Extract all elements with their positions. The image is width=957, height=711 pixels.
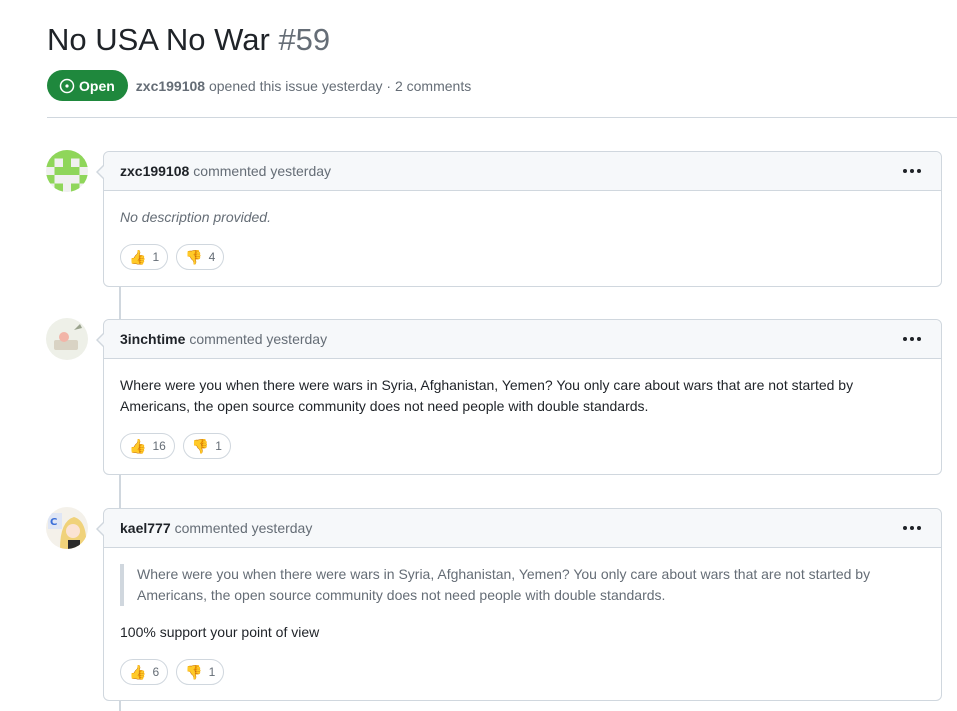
comment-author[interactable]: zxc199108 [120,163,189,179]
thumbs-up-icon: 👍 [129,249,147,265]
issue-author-link[interactable]: zxc199108 [136,78,205,94]
issue-opened-icon [59,78,75,93]
state-badge: Open [47,70,128,101]
comment-text: No description provided. [120,209,271,225]
thumbs-down-reaction[interactable]: 👎 1 [182,433,231,459]
issue-meta: zxc199108 opened this issue yesterday · … [136,78,471,94]
comment-header: kael777 commented yesterday [104,509,941,548]
issue-number: #59 [278,22,331,57]
reaction-count: 4 [208,249,216,264]
reaction-count: 1 [215,438,222,453]
user-avatar-icon: C [46,507,88,549]
comment-body: Where were you when there were wars in S… [104,548,941,701]
timeline-connector [119,287,121,320]
issue-state-row: Open zxc199108 opened this issue yesterd… [47,70,471,101]
thumbs-up-icon: 👍 [129,438,147,454]
thumbs-down-reaction[interactable]: 👎 1 [176,659,225,685]
reaction-count: 6 [152,664,160,679]
thumbs-down-icon: 👎 [185,249,203,265]
user-avatar-icon [46,318,88,360]
reaction-count: 1 [152,249,160,264]
identicon-avatar-icon [46,150,88,192]
comment-header: zxc199108 commented yesterday [104,152,941,191]
avatar[interactable] [46,318,88,360]
thumbs-up-reaction[interactable]: 👍 1 [120,244,169,270]
comment-timestamp[interactable]: commented yesterday [193,163,331,179]
thumbs-down-icon: 👎 [185,664,203,680]
comment-timestamp[interactable]: commented yesterday [189,331,327,347]
timeline-connector [119,701,121,711]
reaction-count: 1 [208,664,216,679]
timeline-connector [119,475,121,509]
issue-title: No USA No War #59 [47,22,330,58]
thumbs-up-icon: 👍 [129,664,147,680]
comment: kael777 commented yesterday Where were y… [96,508,942,701]
reactions: 👍 16 👎 1 [120,433,925,459]
comment-header: 3inchtime commented yesterday [104,320,941,359]
avatar[interactable]: C [46,507,88,549]
thumbs-down-icon: 👎 [191,438,210,454]
thumbs-up-reaction[interactable]: 👍 6 [120,659,169,685]
comment: zxc199108 commented yesterday No descrip… [96,151,942,287]
comment-text: 100% support your point of view [120,624,320,640]
quoted-reply: Where were you when there were wars in S… [120,564,925,606]
comment-text: Where were you when there were wars in S… [120,377,854,414]
avatar[interactable] [46,150,88,192]
comment-body: Where were you when there were wars in S… [104,359,941,475]
comment-timestamp[interactable]: commented yesterday [175,520,313,536]
header-divider [47,117,957,118]
kebab-horizontal-icon[interactable] [899,522,925,534]
reaction-count: 16 [152,438,166,453]
reactions: 👍 1 👎 4 [120,244,925,270]
comment: 3inchtime commented yesterday Where were… [96,319,942,475]
kebab-horizontal-icon[interactable] [899,165,925,177]
comment-body: No description provided. 👍 1 👎 4 [104,191,941,286]
kebab-horizontal-icon[interactable] [899,333,925,345]
thumbs-up-reaction[interactable]: 👍 16 [120,433,175,459]
reactions: 👍 6 👎 1 [120,659,925,685]
issue-meta-text: opened this issue yesterday · 2 comments [208,77,472,94]
state-label: Open [79,77,115,94]
comment-author[interactable]: 3inchtime [120,331,185,347]
svg-text:C: C [50,517,57,528]
thumbs-down-reaction[interactable]: 👎 4 [176,244,225,270]
issue-title-text: No USA No War [47,22,270,57]
comment-author[interactable]: kael777 [120,520,171,536]
